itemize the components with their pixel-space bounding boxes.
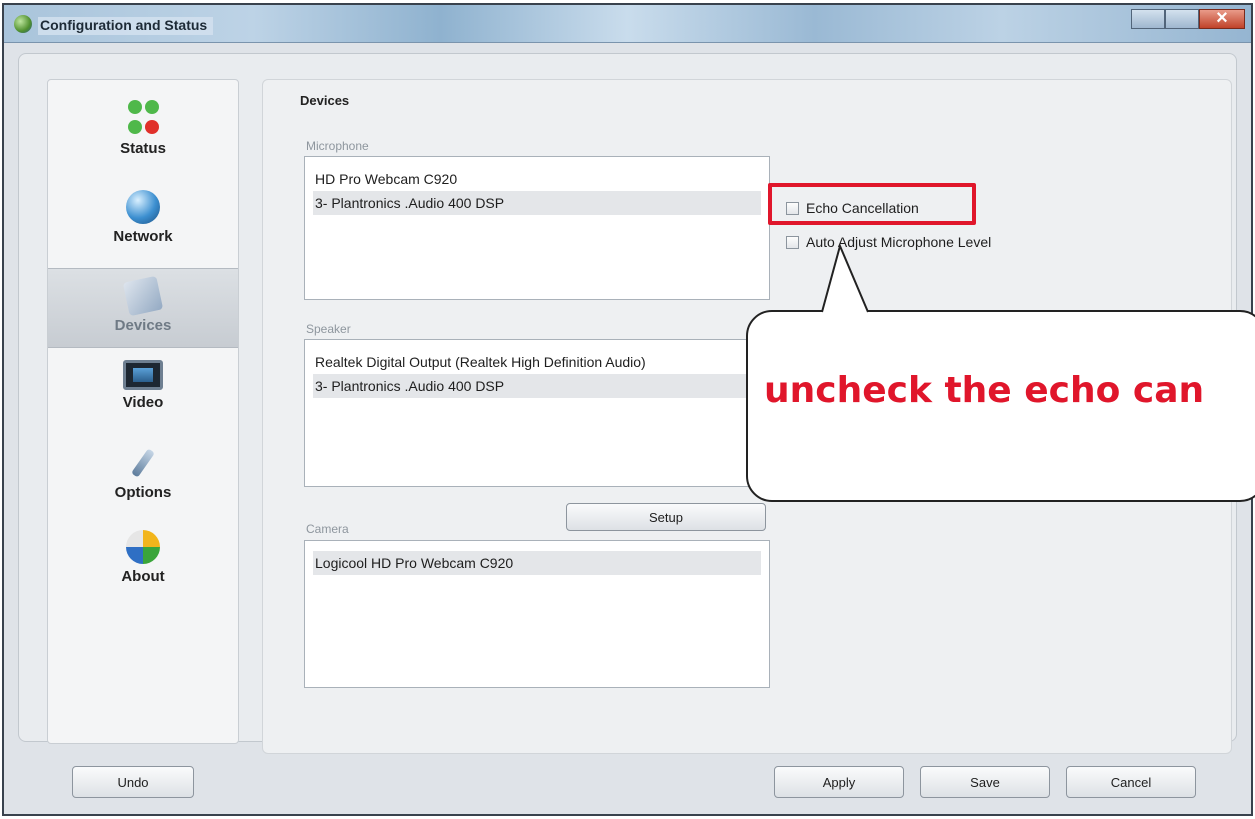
app-icon [14, 15, 32, 33]
globe-icon [126, 190, 160, 224]
echo-cancellation-label: Echo Cancellation [806, 200, 919, 216]
window-title: Configuration and Status [38, 17, 214, 35]
sidebar-item-label: Network [113, 228, 173, 245]
maximize-button[interactable] [1165, 9, 1199, 29]
sidebar-item-status[interactable]: Status [48, 90, 238, 170]
status-icon [125, 100, 161, 136]
sidebar: Status Network Devices Video Options Abo… [47, 79, 239, 744]
echo-cancellation-checkbox[interactable] [786, 201, 799, 215]
minimize-button[interactable] [1131, 9, 1165, 29]
camera-list[interactable]: Logicool HD Pro Webcam C920 [304, 540, 770, 688]
devices-icon [122, 275, 164, 317]
list-item[interactable]: Realtek Digital Output (Realtek High Def… [313, 350, 761, 374]
microphone-list[interactable]: HD Pro Webcam C920 3- Plantronics .Audio… [304, 156, 770, 300]
sidebar-item-label: Devices [114, 317, 172, 334]
echo-cancellation-option[interactable]: Echo Cancellation [786, 200, 919, 216]
speaker-list[interactable]: Realtek Digital Output (Realtek High Def… [304, 339, 770, 487]
speaker-label: Speaker [306, 322, 351, 336]
list-item[interactable]: 3- Plantronics .Audio 400 DSP [313, 191, 761, 215]
sidebar-item-video[interactable]: Video [48, 350, 238, 430]
sidebar-item-options[interactable]: Options [48, 434, 238, 514]
undo-button[interactable]: Undo [72, 766, 194, 798]
about-icon [126, 530, 160, 564]
setup-button[interactable]: Setup [566, 503, 766, 531]
sidebar-item-label: About [121, 568, 165, 585]
camera-label: Camera [306, 522, 349, 536]
auto-adjust-checkbox[interactable] [786, 235, 799, 249]
microphone-label: Microphone [306, 139, 369, 153]
auto-adjust-option[interactable]: Auto Adjust Microphone Level [786, 234, 991, 250]
auto-adjust-label: Auto Adjust Microphone Level [806, 234, 992, 250]
save-button[interactable]: Save [920, 766, 1050, 798]
cancel-button[interactable]: Cancel [1066, 766, 1196, 798]
sidebar-item-label: Video [122, 394, 164, 411]
apply-button[interactable]: Apply [774, 766, 904, 798]
sidebar-item-network[interactable]: Network [48, 180, 238, 260]
section-title: Devices [300, 93, 350, 108]
window-controls [1125, 7, 1245, 31]
monitor-icon [123, 360, 163, 390]
sidebar-item-label: Options [114, 484, 172, 501]
close-button[interactable] [1199, 7, 1245, 30]
list-item[interactable]: 3- Plantronics .Audio 400 DSP [313, 374, 761, 398]
list-item[interactable]: HD Pro Webcam C920 [313, 167, 761, 191]
title-bar: Configuration and Status [4, 5, 1251, 43]
wrench-icon [125, 444, 161, 480]
sidebar-item-devices[interactable]: Devices [48, 268, 238, 348]
list-item[interactable]: Logicool HD Pro Webcam C920 [313, 551, 761, 575]
sidebar-item-label: Status [120, 140, 166, 157]
sidebar-item-about[interactable]: About [48, 520, 238, 600]
